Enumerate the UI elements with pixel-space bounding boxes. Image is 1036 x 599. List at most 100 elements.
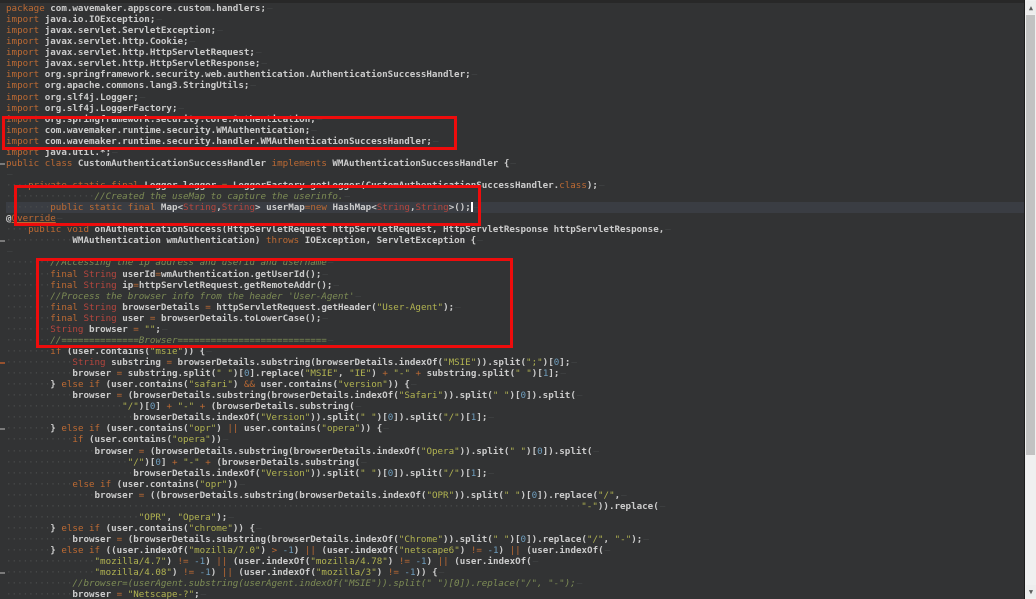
code-line[interactable]: @Override–: [6, 213, 1024, 224]
code-line[interactable]: ········} else if (user.contains("safari…: [6, 379, 1024, 390]
eol-marker: –: [333, 280, 339, 291]
code-line[interactable]: public class CustomAuthenticationSuccess…: [6, 158, 1024, 169]
code-line[interactable]: ················"mozilla/4.7") != -1) ||…: [6, 556, 1024, 567]
code-line[interactable]: ············String substring = browserDe…: [6, 357, 1024, 368]
code-line[interactable]: import org.springframework.security.web.…: [6, 69, 1024, 80]
code-line[interactable]: ········final String ip=httpServletReque…: [6, 280, 1024, 291]
vertical-scrollbar[interactable]: ▲ ▼: [1024, 0, 1036, 599]
code-line[interactable]: ············WMAuthentication wmAuthentic…: [6, 235, 1024, 246]
code-area[interactable]: package com.wavemaker.appscore.custom.ha…: [0, 0, 1024, 599]
code-line[interactable]: ············if (user.contains("opera"))–: [6, 434, 1024, 445]
scrollbar-thumb[interactable]: [1026, 15, 1035, 455]
code-line[interactable]: ················//Created the useMap to …: [6, 191, 1024, 202]
code-line[interactable]: import com.wavemaker.runtime.security.ha…: [6, 136, 1024, 147]
code-line[interactable]: import java.io.IOException;–: [6, 14, 1024, 25]
eol-marker: –: [267, 3, 273, 14]
code-token: !=: [183, 567, 200, 578]
code-line[interactable]: import javax.servlet.http.HttpServletRes…: [6, 58, 1024, 69]
fold-marker[interactable]: [0, 428, 5, 430]
code-token: ,: [615, 490, 621, 501]
fold-marker[interactable]: [0, 240, 5, 242]
up-arrow-icon: ▲: [1029, 4, 1033, 12]
code-line[interactable]: ············else if (user.contains("opr"…: [6, 479, 1024, 490]
code-line[interactable]: ········} else if (user.contains("chrome…: [6, 523, 1024, 534]
code-line[interactable]: ························"OPR", "Opera");…: [6, 512, 1024, 523]
scroll-up-button[interactable]: ▲: [1026, 1, 1036, 14]
code-line[interactable]: ········final String browserDetails = ht…: [6, 302, 1024, 313]
code-line[interactable]: import org.apache.commons.lang3.StringUt…: [6, 80, 1024, 91]
code-line[interactable]: ············browser = (browserDetails.su…: [6, 390, 1024, 401]
code-token: )[: [139, 401, 150, 412]
fold-marker[interactable]: [0, 572, 5, 574]
code-line[interactable]: ·······················browserDetails.in…: [6, 412, 1024, 423]
code-line[interactable]: import java.util.*;–: [6, 147, 1024, 158]
code-line[interactable]: import javax.servlet.http.Cookie;–: [6, 36, 1024, 47]
code-line[interactable]: ········································…: [6, 501, 1024, 512]
code-token: "Netscape-?": [128, 589, 194, 599]
code-line[interactable]: import org.slf4j.Logger;–: [6, 92, 1024, 103]
code-token: "MSIE": [305, 368, 338, 379]
code-token: browser: [72, 368, 116, 379]
code-line[interactable]: import com.wavemaker.runtime.security.WM…: [6, 125, 1024, 136]
eol-marker: –: [433, 136, 439, 147]
code-line[interactable]: ····public void onAuthenticationSuccess(…: [6, 224, 1024, 235]
code-token: browserDetails: [122, 302, 205, 313]
code-line[interactable]: ······················"/")[0] + "-" + (b…: [6, 457, 1024, 468]
indent-whitespace-dots: ············: [6, 235, 72, 246]
code-line[interactable]: ········final String user = browserDetai…: [6, 313, 1024, 324]
code-token: import: [6, 136, 45, 147]
code-token: String: [183, 202, 216, 213]
code-line[interactable]: package com.wavemaker.appscore.custom.ha…: [6, 3, 1024, 14]
code-line[interactable]: ············//browser=(userAgent.substri…: [6, 578, 1024, 589]
indent-whitespace-dots: ············: [6, 390, 72, 401]
fold-marker[interactable]: [0, 163, 5, 165]
code-token: org.apache.commons.lang3.StringUtils;: [45, 80, 250, 91]
code-line[interactable]: ············browser = substring.split(" …: [6, 368, 1024, 379]
eol-marker: –: [239, 479, 245, 490]
code-line[interactable]: ·····················"/")[0] + "-" + (br…: [6, 401, 1024, 412]
code-line[interactable]: –: [6, 169, 1024, 180]
code-line[interactable]: ····private static final Logger logger =…: [6, 180, 1024, 191]
indent-whitespace-dots: ········: [6, 302, 50, 313]
code-line[interactable]: ········} else if ((user.indexOf("mozill…: [6, 545, 1024, 556]
code-line[interactable]: ·······················browserDetails.in…: [6, 468, 1024, 479]
code-token: "opera": [321, 423, 360, 434]
code-line[interactable]: import org.slf4j.LoggerFactory;–: [6, 103, 1024, 114]
eol-marker: –: [261, 58, 267, 69]
code-line[interactable]: import javax.servlet.ServletException;–: [6, 25, 1024, 36]
scroll-down-button[interactable]: ▼: [1026, 585, 1036, 598]
code-token: )) {: [416, 567, 438, 578]
code-line[interactable]: –: [6, 246, 1024, 257]
code-line[interactable]: ············browser = (browserDetails.su…: [6, 534, 1024, 545]
code-token: String: [83, 302, 122, 313]
code-line[interactable]: ········} else if (user.contains("opr") …: [6, 423, 1024, 434]
code-token: final: [50, 269, 83, 280]
code-token: Logger logger: [144, 180, 221, 191]
code-token: )) {: [233, 523, 255, 534]
code-line[interactable]: ········public static final Map<String,S…: [6, 202, 1024, 213]
text-caret: [471, 202, 473, 212]
code-line[interactable]: ············browser = "Netscape-?";–: [6, 589, 1024, 599]
code-token: ]: [161, 457, 172, 468]
eol-marker: –: [206, 346, 212, 357]
code-token: ): [205, 556, 216, 567]
code-line[interactable]: import javax.servlet.http.HttpServletReq…: [6, 47, 1024, 58]
code-line[interactable]: ················browser = (browserDetail…: [6, 446, 1024, 457]
code-line[interactable]: ········//==============Browser=========…: [6, 335, 1024, 346]
code-line[interactable]: ········//Process the browser info from …: [6, 291, 1024, 302]
code-token: )).split(: [443, 534, 493, 545]
code-line[interactable]: ········final String userId=wmAuthentica…: [6, 269, 1024, 280]
code-line[interactable]: ················browser = ((browserDetai…: [6, 490, 1024, 501]
code-line[interactable]: ················"mozilla/4.08") != -1) |…: [6, 567, 1024, 578]
code-line[interactable]: ········//Accessing the ip address and u…: [6, 257, 1024, 268]
eol-marker: –: [190, 36, 196, 47]
code-token: "Safari": [399, 390, 443, 401]
code-line[interactable]: import org.springframework.security.core…: [6, 114, 1024, 125]
code-line[interactable]: ········String browser = "";–: [6, 324, 1024, 335]
code-token: ): [211, 567, 222, 578]
code-line[interactable]: ········if (user.contains("msie")) {–: [6, 346, 1024, 357]
indent-whitespace-dots: ········: [6, 379, 50, 390]
code-token: browserDetails.indexOf(: [133, 412, 260, 423]
code-token: ||: [227, 423, 244, 434]
code-token: browser: [89, 324, 133, 335]
